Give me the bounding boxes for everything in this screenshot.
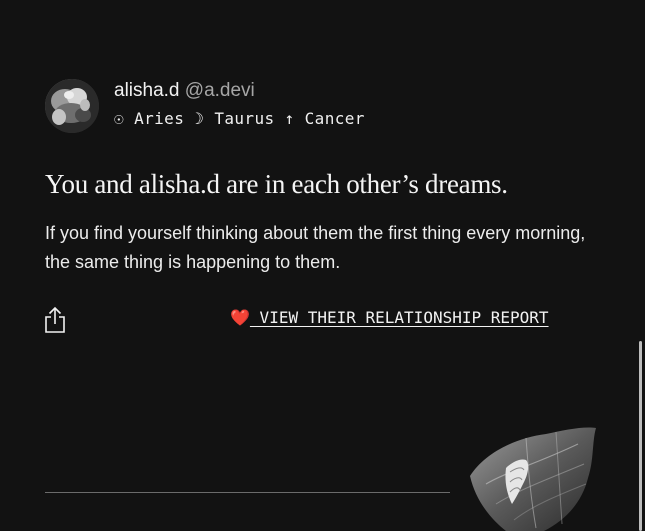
anthurium-flower-image [466, 424, 600, 531]
view-relationship-report-link[interactable]: ❤️ VIEW THEIR RELATIONSHIP REPORT [230, 306, 549, 330]
scrollbar[interactable] [637, 0, 645, 531]
avatar-photo [45, 79, 99, 133]
share-icon [45, 306, 65, 333]
user-handle[interactable]: @a.devi [185, 80, 255, 101]
astrology-signs: ☉ Aries ☽ Taurus ↑ Cancer [114, 109, 365, 128]
heart-icon: ❤️ [230, 308, 250, 327]
avatar[interactable] [45, 79, 99, 133]
report-link-label: VIEW THEIR RELATIONSHIP REPORT [249, 308, 549, 327]
scrollbar-thumb[interactable] [639, 341, 642, 531]
compatibility-description: If you find yourself thinking about them… [45, 223, 586, 272]
compatibility-headline: You and alisha.d are in each other’s dre… [45, 169, 508, 199]
profile-name-line: alisha.d @a.devi [114, 79, 255, 103]
divider [45, 492, 450, 493]
share-button[interactable] [43, 306, 67, 334]
username[interactable]: alisha.d [114, 80, 180, 101]
